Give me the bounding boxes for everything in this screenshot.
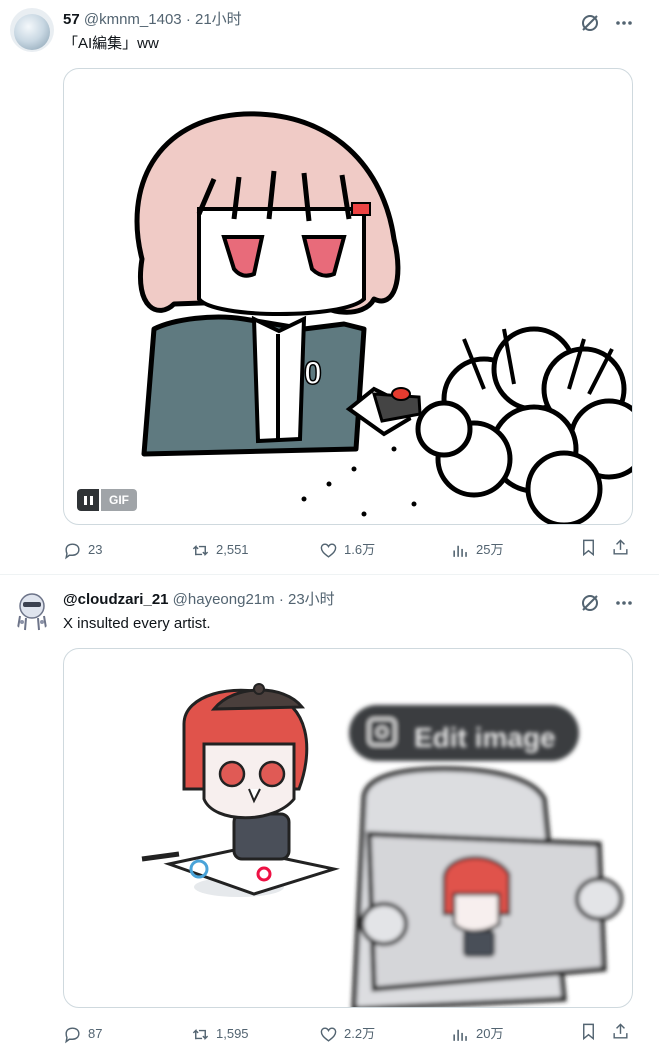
retweet-icon xyxy=(192,544,209,556)
like-count: 1.6万 xyxy=(344,542,376,557)
avatar[interactable] xyxy=(10,588,54,632)
reply-button[interactable]: 87 xyxy=(63,1022,102,1046)
tweet-text: X insulted every artist. xyxy=(63,615,211,632)
tweet-actions: 87 1,595 2.2万 20万 xyxy=(63,1022,635,1046)
retweet-count: 2,551 xyxy=(216,542,249,557)
bookmark-icon xyxy=(583,1023,594,1041)
bookmark-button[interactable] xyxy=(579,538,598,557)
tweet-media-gif[interactable]: 0 GIF xyxy=(63,68,633,525)
reply-count: 87 xyxy=(88,1026,103,1041)
share-button[interactable] xyxy=(611,1022,630,1041)
like-count: 2.2万 xyxy=(344,1026,376,1041)
tweet-top-actions xyxy=(579,592,635,614)
user-handle[interactable]: @hayeong21m xyxy=(173,591,275,608)
timestamp[interactable]: 21小时 xyxy=(195,11,242,28)
separator-dot: · xyxy=(185,11,191,28)
views-button[interactable]: 20万 xyxy=(451,1022,503,1046)
views-icon xyxy=(453,545,467,557)
tweet-text: 「AI編集」ww xyxy=(63,35,159,52)
divider xyxy=(0,574,659,575)
reply-button[interactable]: 23 xyxy=(63,538,102,562)
retweet-count: 1,595 xyxy=(216,1026,249,1041)
like-icon xyxy=(320,1026,337,1042)
retweet-button[interactable]: 2,551 xyxy=(191,538,249,562)
views-button[interactable]: 25万 xyxy=(451,538,503,562)
tweet-top-actions xyxy=(579,12,635,34)
timestamp[interactable]: 23小时 xyxy=(288,591,335,608)
bookmark-button[interactable] xyxy=(579,1022,598,1041)
edit-image-label: Edit image xyxy=(414,722,556,753)
user-handle[interactable]: @kmnm_1403 xyxy=(84,11,182,28)
tweet-media-image[interactable]: Edit image xyxy=(63,648,633,1008)
gif-frame-illustration: 0 xyxy=(134,111,632,524)
bookmark-icon xyxy=(583,539,594,557)
tweet-actions: 23 2,551 1.6万 25万 xyxy=(63,538,635,562)
retweet-icon xyxy=(192,1028,209,1040)
gif-badge[interactable]: GIF xyxy=(77,489,137,511)
tweet-header: 57 @kmnm_1403 · 21小时 xyxy=(63,10,242,30)
view-count: 25万 xyxy=(476,542,504,557)
tweet-1[interactable]: 57 @kmnm_1403 · 21小时 「AI編集」ww 0 GIF 23 2… xyxy=(0,0,659,575)
more-icon[interactable] xyxy=(613,592,635,614)
separator-dot: · xyxy=(278,591,284,608)
share-icon xyxy=(613,1023,628,1039)
svg-text:0: 0 xyxy=(304,355,322,391)
view-count: 20万 xyxy=(476,1026,504,1041)
grok-icon[interactable] xyxy=(579,592,601,614)
gif-label: GIF xyxy=(101,489,137,511)
like-button[interactable]: 2.2万 xyxy=(319,1022,375,1046)
views-icon xyxy=(453,1029,467,1041)
like-button[interactable]: 1.6万 xyxy=(319,538,375,562)
like-icon xyxy=(320,542,337,558)
reply-icon xyxy=(65,1026,80,1043)
display-name[interactable]: 57 xyxy=(63,11,80,28)
grok-icon[interactable] xyxy=(579,12,601,34)
reply-icon xyxy=(65,542,80,559)
reply-count: 23 xyxy=(88,542,103,557)
pause-icon[interactable] xyxy=(77,489,99,511)
share-button[interactable] xyxy=(611,538,630,557)
more-icon[interactable] xyxy=(613,12,635,34)
avatar[interactable] xyxy=(10,8,54,52)
retweet-button[interactable]: 1,595 xyxy=(191,1022,249,1046)
tweet-2[interactable]: @cloudzari_21 @hayeong21m · 23小时 X insul… xyxy=(0,576,659,1059)
display-name[interactable]: @cloudzari_21 xyxy=(63,591,169,608)
image-illustration: Edit image xyxy=(141,683,623,1007)
tweet-header: @cloudzari_21 @hayeong21m · 23小时 xyxy=(63,590,335,610)
share-icon xyxy=(613,539,628,555)
